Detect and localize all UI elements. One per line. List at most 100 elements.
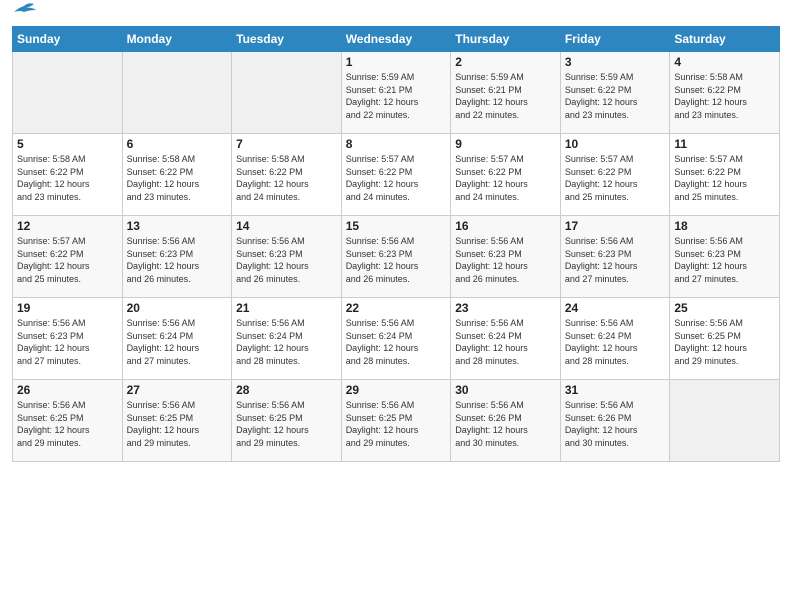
calendar-cell — [232, 52, 342, 134]
day-info: Sunrise: 5:56 AM Sunset: 6:25 PM Dayligh… — [346, 399, 447, 449]
day-number: 21 — [236, 301, 337, 315]
calendar-cell: 22 Sunrise: 5:56 AM Sunset: 6:24 PM Dayli… — [341, 298, 451, 380]
calendar-cell — [13, 52, 123, 134]
calendar-table: SundayMondayTuesdayWednesdayThursdayFrid… — [12, 26, 780, 462]
day-number: 23 — [455, 301, 556, 315]
day-number: 19 — [17, 301, 118, 315]
day-info: Sunrise: 5:56 AM Sunset: 6:26 PM Dayligh… — [565, 399, 666, 449]
calendar-cell: 24 Sunrise: 5:56 AM Sunset: 6:24 PM Dayli… — [560, 298, 670, 380]
day-number: 15 — [346, 219, 447, 233]
calendar-cell: 15 Sunrise: 5:56 AM Sunset: 6:23 PM Dayli… — [341, 216, 451, 298]
weekday-header-friday: Friday — [560, 27, 670, 52]
weekday-header-saturday: Saturday — [670, 27, 780, 52]
day-info: Sunrise: 5:58 AM Sunset: 6:22 PM Dayligh… — [236, 153, 337, 203]
calendar-cell: 2 Sunrise: 5:59 AM Sunset: 6:21 PM Daylig… — [451, 52, 561, 134]
day-info: Sunrise: 5:56 AM Sunset: 6:23 PM Dayligh… — [455, 235, 556, 285]
day-info: Sunrise: 5:56 AM Sunset: 6:24 PM Dayligh… — [236, 317, 337, 367]
day-info: Sunrise: 5:57 AM Sunset: 6:22 PM Dayligh… — [346, 153, 447, 203]
day-number: 10 — [565, 137, 666, 151]
calendar-cell: 20Sunrise: 5:56 AM Sunset: 6:24 PM Dayli… — [122, 298, 232, 380]
day-info: Sunrise: 5:56 AM Sunset: 6:23 PM Dayligh… — [127, 235, 228, 285]
calendar-cell: 11 Sunrise: 5:57 AM Sunset: 6:22 PM Dayli… — [670, 134, 780, 216]
calendar-cell: 4Sunrise: 5:58 AM Sunset: 6:22 PM Daylig… — [670, 52, 780, 134]
day-number: 27 — [127, 383, 228, 397]
day-number: 20 — [127, 301, 228, 315]
calendar-cell: 29 Sunrise: 5:56 AM Sunset: 6:25 PM Dayli… — [341, 380, 451, 462]
day-info: Sunrise: 5:56 AM Sunset: 6:23 PM Dayligh… — [346, 235, 447, 285]
calendar-week-row: 26 Sunrise: 5:56 AM Sunset: 6:25 PM Dayli… — [13, 380, 780, 462]
calendar-cell: 28Sunrise: 5:56 AM Sunset: 6:25 PM Dayli… — [232, 380, 342, 462]
calendar-cell: 5 Sunrise: 5:58 AM Sunset: 6:22 PM Daylig… — [13, 134, 123, 216]
day-number: 9 — [455, 137, 556, 151]
day-info: Sunrise: 5:57 AM Sunset: 6:22 PM Dayligh… — [455, 153, 556, 203]
day-number: 13 — [127, 219, 228, 233]
day-info: Sunrise: 5:56 AM Sunset: 6:23 PM Dayligh… — [17, 317, 118, 367]
day-number: 5 — [17, 137, 118, 151]
calendar-body: 1 Sunrise: 5:59 AM Sunset: 6:21 PM Daylig… — [13, 52, 780, 462]
day-info: Sunrise: 5:56 AM Sunset: 6:25 PM Dayligh… — [674, 317, 775, 367]
day-number: 22 — [346, 301, 447, 315]
calendar-cell: 12 Sunrise: 5:57 AM Sunset: 6:22 PM Dayli… — [13, 216, 123, 298]
day-number: 16 — [455, 219, 556, 233]
calendar-cell: 25Sunrise: 5:56 AM Sunset: 6:25 PM Dayli… — [670, 298, 780, 380]
day-info: Sunrise: 5:56 AM Sunset: 6:23 PM Dayligh… — [236, 235, 337, 285]
calendar-cell: 30Sunrise: 5:56 AM Sunset: 6:26 PM Dayli… — [451, 380, 561, 462]
day-number: 3 — [565, 55, 666, 69]
calendar-cell: 16 Sunrise: 5:56 AM Sunset: 6:23 PM Dayli… — [451, 216, 561, 298]
calendar-cell — [670, 380, 780, 462]
day-info: Sunrise: 5:57 AM Sunset: 6:22 PM Dayligh… — [565, 153, 666, 203]
calendar-cell: 3 Sunrise: 5:59 AM Sunset: 6:22 PM Daylig… — [560, 52, 670, 134]
calendar-cell: 7 Sunrise: 5:58 AM Sunset: 6:22 PM Daylig… — [232, 134, 342, 216]
calendar-cell: 13 Sunrise: 5:56 AM Sunset: 6:23 PM Dayli… — [122, 216, 232, 298]
day-number: 26 — [17, 383, 118, 397]
day-info: Sunrise: 5:56 AM Sunset: 6:23 PM Dayligh… — [565, 235, 666, 285]
day-number: 7 — [236, 137, 337, 151]
weekday-header-row: SundayMondayTuesdayWednesdayThursdayFrid… — [13, 27, 780, 52]
day-info: Sunrise: 5:56 AM Sunset: 6:24 PM Dayligh… — [346, 317, 447, 367]
calendar-cell: 9 Sunrise: 5:57 AM Sunset: 6:22 PM Daylig… — [451, 134, 561, 216]
calendar-cell: 6 Sunrise: 5:58 AM Sunset: 6:22 PM Daylig… — [122, 134, 232, 216]
calendar-cell: 26 Sunrise: 5:56 AM Sunset: 6:25 PM Dayli… — [13, 380, 123, 462]
day-number: 11 — [674, 137, 775, 151]
day-info: Sunrise: 5:56 AM Sunset: 6:25 PM Dayligh… — [127, 399, 228, 449]
day-number: 29 — [346, 383, 447, 397]
calendar-week-row: 5 Sunrise: 5:58 AM Sunset: 6:22 PM Daylig… — [13, 134, 780, 216]
day-number: 8 — [346, 137, 447, 151]
weekday-header-thursday: Thursday — [451, 27, 561, 52]
calendar-cell: 19 Sunrise: 5:56 AM Sunset: 6:23 PM Dayli… — [13, 298, 123, 380]
day-number: 12 — [17, 219, 118, 233]
day-number: 2 — [455, 55, 556, 69]
calendar-cell: 14 Sunrise: 5:56 AM Sunset: 6:23 PM Dayli… — [232, 216, 342, 298]
day-number: 24 — [565, 301, 666, 315]
logo — [12, 10, 36, 18]
calendar-week-row: 1 Sunrise: 5:59 AM Sunset: 6:21 PM Daylig… — [13, 52, 780, 134]
weekday-header-tuesday: Tuesday — [232, 27, 342, 52]
day-info: Sunrise: 5:58 AM Sunset: 6:22 PM Dayligh… — [17, 153, 118, 203]
day-info: Sunrise: 5:59 AM Sunset: 6:21 PM Dayligh… — [455, 71, 556, 121]
day-info: Sunrise: 5:56 AM Sunset: 6:24 PM Dayligh… — [455, 317, 556, 367]
day-number: 31 — [565, 383, 666, 397]
page-header — [12, 10, 780, 18]
day-info: Sunrise: 5:57 AM Sunset: 6:22 PM Dayligh… — [674, 153, 775, 203]
calendar-header: SundayMondayTuesdayWednesdayThursdayFrid… — [13, 27, 780, 52]
logo-bird-icon — [14, 2, 36, 18]
day-number: 30 — [455, 383, 556, 397]
day-info: Sunrise: 5:56 AM Sunset: 6:24 PM Dayligh… — [565, 317, 666, 367]
day-number: 1 — [346, 55, 447, 69]
calendar-cell — [122, 52, 232, 134]
calendar-cell: 18 Sunrise: 5:56 AM Sunset: 6:23 PM Dayli… — [670, 216, 780, 298]
weekday-header-monday: Monday — [122, 27, 232, 52]
day-info: Sunrise: 5:57 AM Sunset: 6:22 PM Dayligh… — [17, 235, 118, 285]
weekday-header-sunday: Sunday — [13, 27, 123, 52]
day-info: Sunrise: 5:58 AM Sunset: 6:22 PM Dayligh… — [127, 153, 228, 203]
day-info: Sunrise: 5:56 AM Sunset: 6:25 PM Dayligh… — [17, 399, 118, 449]
calendar-cell: 31 Sunrise: 5:56 AM Sunset: 6:26 PM Dayli… — [560, 380, 670, 462]
day-info: Sunrise: 5:56 AM Sunset: 6:23 PM Dayligh… — [674, 235, 775, 285]
day-info: Sunrise: 5:56 AM Sunset: 6:25 PM Dayligh… — [236, 399, 337, 449]
day-number: 18 — [674, 219, 775, 233]
day-number: 4 — [674, 55, 775, 69]
day-info: Sunrise: 5:59 AM Sunset: 6:22 PM Dayligh… — [565, 71, 666, 121]
calendar-cell: 17Sunrise: 5:56 AM Sunset: 6:23 PM Dayli… — [560, 216, 670, 298]
day-number: 6 — [127, 137, 228, 151]
day-number: 14 — [236, 219, 337, 233]
